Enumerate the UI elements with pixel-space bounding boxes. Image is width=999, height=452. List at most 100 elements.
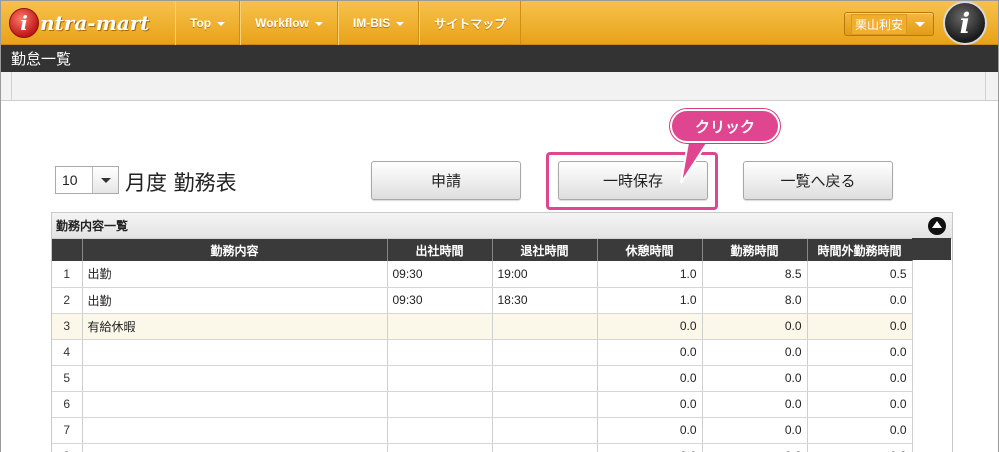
col-header-over: 時間外勤務時間 bbox=[807, 239, 913, 261]
table-row[interactable]: 7 0.0 0.0 0.0 bbox=[52, 417, 913, 444]
panel-header: 勤務内容一覧 bbox=[52, 213, 952, 239]
cell-break: 0.0 bbox=[597, 417, 703, 444]
row-number: 6 bbox=[52, 391, 83, 418]
month-value: 10 bbox=[62, 172, 78, 188]
cell-content[interactable] bbox=[82, 365, 388, 392]
logo-mark-icon: i bbox=[9, 8, 39, 38]
row-number: 5 bbox=[52, 365, 83, 392]
chevron-down-icon bbox=[915, 22, 925, 27]
cell-work: 8.5 bbox=[702, 261, 808, 288]
table-row[interactable]: 5 0.0 0.0 0.0 bbox=[52, 365, 913, 392]
cell-over: 0.0 bbox=[807, 339, 913, 366]
cell-over: 0.0 bbox=[807, 313, 913, 340]
click-callout: クリック bbox=[670, 109, 780, 143]
cell-break: 0.0 bbox=[597, 365, 703, 392]
cell-out[interactable] bbox=[492, 313, 598, 340]
callout-tail bbox=[680, 137, 713, 184]
cell-content[interactable] bbox=[82, 391, 388, 418]
nav-workflow-label: Workflow bbox=[255, 16, 309, 30]
cell-in[interactable] bbox=[387, 313, 493, 340]
app-window: i ntra-mart Top Workflow IM-BIS サイトマップ 栗… bbox=[0, 0, 999, 452]
col-header-in: 出社時間 bbox=[387, 239, 493, 261]
table-header-row: 勤務内容 出社時間 退社時間 休憩時間 勤務時間 時間外勤務時間 bbox=[52, 239, 913, 261]
cell-over: 0.0 bbox=[807, 417, 913, 444]
col-header-no bbox=[52, 239, 83, 261]
row-number: 7 bbox=[52, 417, 83, 444]
cell-work: 0.0 bbox=[702, 417, 808, 444]
cell-over: 0.0 bbox=[807, 443, 913, 452]
cell-content[interactable]: 出勤 bbox=[82, 287, 388, 314]
panel-title: 勤務内容一覧 bbox=[56, 219, 129, 233]
cell-in[interactable] bbox=[387, 417, 493, 444]
cell-break: 0.0 bbox=[597, 443, 703, 452]
row-number: 2 bbox=[52, 287, 83, 314]
table-row[interactable]: 6 0.0 0.0 0.0 bbox=[52, 391, 913, 418]
cell-in[interactable]: 09:30 bbox=[387, 261, 493, 288]
cell-out[interactable] bbox=[492, 391, 598, 418]
month-label: 月度 勤務表 bbox=[125, 171, 237, 195]
chevron-down-icon bbox=[396, 22, 405, 26]
cell-out[interactable] bbox=[492, 339, 598, 366]
dropdown-arrow-icon[interactable] bbox=[92, 167, 118, 193]
nav-workflow[interactable]: Workflow bbox=[240, 1, 338, 45]
cell-in[interactable] bbox=[387, 365, 493, 392]
intra-mart-logo[interactable]: i ntra-mart bbox=[9, 5, 169, 41]
user-name: 栗山利安 bbox=[851, 13, 908, 35]
cell-content[interactable]: 有給休暇 bbox=[82, 313, 388, 340]
cell-over: 0.5 bbox=[807, 261, 913, 288]
cell-work: 0.0 bbox=[702, 391, 808, 418]
toolbar-strip bbox=[1, 72, 998, 101]
cell-in[interactable] bbox=[387, 443, 493, 452]
table-row[interactable]: 2 出勤 09:30 18:30 1.0 8.0 0.0 bbox=[52, 287, 913, 314]
nav-top-label: Top bbox=[190, 16, 212, 30]
col-header-out: 退社時間 bbox=[492, 239, 598, 261]
info-icon: i bbox=[943, 1, 987, 45]
cell-break: 0.0 bbox=[597, 339, 703, 366]
chevron-down-icon bbox=[314, 22, 323, 26]
row-number: 1 bbox=[52, 261, 83, 288]
month-select[interactable]: 10 bbox=[55, 166, 119, 194]
toolbar-inner bbox=[11, 72, 986, 100]
nav-sitemap-label: サイトマップ bbox=[434, 16, 507, 31]
nav-im-bis-label: IM-BIS bbox=[352, 16, 391, 30]
nav-sitemap[interactable]: サイトマップ bbox=[419, 1, 522, 45]
back-to-list-button[interactable]: 一覧へ戻る bbox=[743, 161, 893, 200]
cell-content[interactable]: 出勤 bbox=[82, 261, 388, 288]
nav-im-bis[interactable]: IM-BIS bbox=[337, 1, 420, 45]
cell-in[interactable]: 09:30 bbox=[387, 287, 493, 314]
cell-over: 0.0 bbox=[807, 287, 913, 314]
table-row[interactable]: 3 有給休暇 0.0 0.0 0.0 bbox=[52, 313, 913, 340]
cell-work: 0.0 bbox=[702, 365, 808, 392]
cell-out[interactable]: 18:30 bbox=[492, 287, 598, 314]
col-header-break: 休憩時間 bbox=[597, 239, 703, 261]
cell-break: 1.0 bbox=[597, 261, 703, 288]
collapse-icon[interactable] bbox=[928, 217, 946, 235]
cell-out[interactable] bbox=[492, 365, 598, 392]
cell-in[interactable] bbox=[387, 391, 493, 418]
cell-over: 0.0 bbox=[807, 391, 913, 418]
chevron-down-icon bbox=[217, 22, 226, 26]
cell-content[interactable] bbox=[82, 417, 388, 444]
info-button[interactable]: i bbox=[940, 1, 990, 45]
cell-work: 0.0 bbox=[702, 313, 808, 340]
col-header-work: 勤務時間 bbox=[702, 239, 808, 261]
apply-button[interactable]: 申請 bbox=[371, 161, 521, 200]
cell-in[interactable] bbox=[387, 339, 493, 366]
header-filler bbox=[912, 238, 951, 260]
page-title-bar: 勤怠一覧 bbox=[1, 45, 998, 72]
user-menu-select[interactable]: 栗山利安 bbox=[844, 12, 934, 36]
page-title: 勤怠一覧 bbox=[11, 50, 72, 68]
cell-break: 0.0 bbox=[597, 391, 703, 418]
cell-break: 0.0 bbox=[597, 313, 703, 340]
table-row[interactable]: 8 0.0 0.0 0.0 bbox=[52, 443, 913, 452]
cell-out[interactable]: 19:00 bbox=[492, 261, 598, 288]
table-row[interactable]: 4 0.0 0.0 0.0 bbox=[52, 339, 913, 366]
cell-content[interactable] bbox=[82, 339, 388, 366]
cell-content[interactable] bbox=[82, 443, 388, 452]
cell-work: 0.0 bbox=[702, 443, 808, 452]
nav-top[interactable]: Top bbox=[175, 1, 241, 45]
cell-out[interactable] bbox=[492, 417, 598, 444]
cell-out[interactable] bbox=[492, 443, 598, 452]
table-row[interactable]: 1 出勤 09:30 19:00 1.0 8.5 0.5 bbox=[52, 261, 913, 288]
work-content-panel: 勤務内容一覧 勤務内容 出社時間 退社時間 休憩時間 勤務時間 時間外勤務時間 bbox=[51, 212, 953, 452]
